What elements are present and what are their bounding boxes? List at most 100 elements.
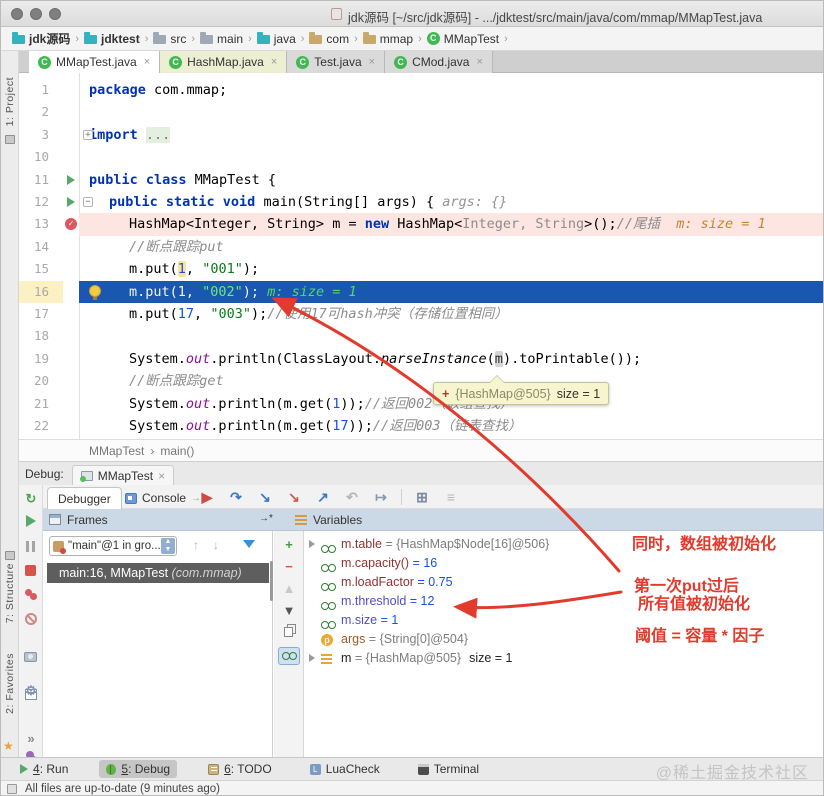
breadcrumb-method[interactable]: main() (160, 444, 194, 458)
sidebar-item-favorites[interactable]: 2: Favorites (4, 653, 16, 714)
settings-icon[interactable]: ⚙ (23, 683, 39, 699)
code-line[interactable]: 15 m.put(1, "001"); (19, 258, 823, 280)
tab-cmod-java[interactable]: C CMod.java × (385, 51, 493, 73)
line-number: 11 (33, 171, 49, 187)
tab-mmaptest-java[interactable]: C MMapTest.java × (29, 51, 161, 73)
run-icon[interactable] (67, 174, 75, 185)
tab-test-java[interactable]: C Test.java × (287, 51, 386, 73)
window-minimize-button[interactable] (30, 8, 42, 20)
code-line[interactable]: 14 //断点跟踪put (19, 236, 823, 258)
duplicate-watch-icon[interactable] (284, 627, 293, 637)
code-line[interactable]: 10 (19, 146, 823, 168)
debug-session-tab[interactable]: MMapTest × (71, 464, 175, 486)
pause-icon[interactable] (23, 539, 39, 555)
favorites-star-icon[interactable]: ★ (3, 739, 14, 753)
expand-arrow-icon[interactable] (309, 654, 315, 662)
code-line[interactable]: 22 System.out.println(m.get(17));//返回003（… (19, 415, 823, 437)
code-line[interactable]: 3 + import ... (19, 124, 823, 146)
move-up-icon[interactable]: ▲ (281, 581, 297, 597)
breadcrumb-item[interactable]: src (150, 31, 189, 47)
close-icon[interactable]: × (144, 56, 150, 68)
status-icon[interactable] (7, 784, 17, 794)
toolwindow-button-todo[interactable]: 6: TODO (201, 760, 279, 778)
sidebar-item-project[interactable]: 1: Project (4, 77, 16, 126)
expand-plus-icon[interactable]: + (442, 387, 449, 401)
show-execution-point-icon[interactable]: ▶ (198, 489, 216, 506)
tab-debugger[interactable]: Debugger (47, 487, 122, 509)
filter-frames-icon[interactable] (243, 540, 255, 548)
tool-window-stripe: 1: Project 7: Structure 2: Favorites ★ (1, 51, 19, 757)
more-icon[interactable]: » (23, 731, 39, 747)
close-icon[interactable]: × (158, 469, 165, 483)
breadcrumb-item[interactable]: jdk源码 (9, 29, 73, 48)
folder-icon (153, 32, 167, 44)
run-icon[interactable] (67, 197, 75, 207)
code-line[interactable]: 19 System.out.println(ClassLayout.parseIn… (19, 348, 823, 370)
stack-frame-row[interactable]: main:16, MMapTest (com.mmap) (47, 563, 269, 583)
code-line[interactable]: 17 m.put(17, "003");//使用17可hash冲突（存储位置相同） (19, 303, 823, 325)
step-into-icon[interactable]: ↘ (256, 489, 274, 506)
breadcrumb-item[interactable]: com (306, 31, 352, 47)
stop-icon[interactable] (25, 565, 36, 576)
step-over-icon[interactable]: ↷ (227, 489, 245, 506)
mute-breakpoints-icon[interactable] (25, 613, 37, 625)
toolwindow-button-run[interactable]: 4: Run (13, 760, 75, 778)
remove-watch-icon[interactable]: − (281, 559, 297, 575)
project-toolwindow-icon[interactable] (5, 135, 15, 144)
run-to-cursor-icon[interactable]: ↦ (372, 489, 390, 506)
code-line[interactable]: 12 − public static void main(String[] args… (19, 191, 823, 213)
close-icon[interactable]: × (369, 56, 375, 68)
code-line[interactable]: 16 m.put(1, "002"); m: size = 1 (19, 280, 823, 304)
view-breakpoints-icon[interactable] (23, 587, 39, 603)
tab-hashmap-java[interactable]: C HashMap.java × (160, 51, 288, 73)
evaluate-expression-icon[interactable]: ⊞ (413, 489, 431, 506)
variable-row[interactable]: m = {HashMap@505} size = 1 (305, 649, 823, 668)
code-line[interactable]: 18 (19, 325, 823, 347)
toolwindow-button-luacheck[interactable]: L LuaCheck (303, 760, 387, 778)
drop-frame-icon[interactable]: ↶ (343, 489, 361, 506)
toolwindow-button-debug[interactable]: 5: Debug (99, 760, 178, 778)
thread-dump-icon[interactable] (24, 652, 37, 662)
frames-scrollbar[interactable] (270, 561, 273, 601)
window-zoom-button[interactable] (49, 8, 61, 20)
code-line[interactable]: 11 public class MMapTest { (19, 169, 823, 191)
next-frame-icon[interactable]: ↓ (213, 538, 219, 552)
close-icon[interactable]: × (271, 56, 277, 68)
tab-label: Console (142, 491, 187, 505)
resume-icon[interactable] (26, 515, 36, 527)
fold-toggle-icon[interactable]: + (83, 129, 93, 140)
layout-settings-icon[interactable]: ≡ (442, 489, 460, 505)
thread-selector[interactable]: "main"@1 in gro... ▲ ▼ (49, 536, 177, 556)
code-line[interactable]: 2 (19, 101, 823, 123)
code-line[interactable]: 1 package com.mmap; (19, 79, 823, 101)
code-line[interactable]: 20 //断点跟踪get (19, 370, 823, 392)
breadcrumb-item[interactable]: main (197, 31, 246, 47)
breadcrumb-item[interactable]: C MMapTest (424, 31, 502, 47)
expand-arrow-icon[interactable] (309, 540, 315, 548)
stepper-icon[interactable]: ▲ ▼ (161, 538, 175, 554)
breadcrumb-class[interactable]: MMapTest (89, 444, 144, 458)
intention-bulb-icon[interactable] (89, 284, 101, 300)
close-icon[interactable]: × (476, 56, 482, 68)
code-editor[interactable]: 1 package com.mmap; 2 3 + import ... 10 11 publi… (19, 73, 823, 439)
add-watch-icon[interactable]: + (281, 537, 297, 553)
code-line[interactable]: 13 ✓ HashMap<Integer, String> m = new Hash… (19, 213, 823, 237)
window-close-button[interactable] (11, 8, 23, 20)
code-line[interactable]: 21System.out.println(m.get(1));//返回002（数… (19, 393, 823, 415)
show-watches-icon[interactable] (278, 647, 300, 665)
fold-toggle-icon[interactable]: − (83, 197, 93, 207)
breadcrumb-item[interactable]: java (254, 31, 299, 47)
sidebar-item-structure[interactable]: 7: Structure (4, 563, 16, 623)
step-out-icon[interactable]: ↗ (314, 489, 332, 506)
breadcrumb-item[interactable]: mmap (360, 31, 416, 47)
breakpoint-icon[interactable]: ✓ (65, 218, 77, 231)
force-step-into-icon[interactable]: ↘ (285, 489, 303, 506)
rerun-icon[interactable]: ↻ (23, 491, 39, 507)
prev-frame-icon[interactable]: ↑ (193, 538, 199, 552)
move-down-icon[interactable]: ▼ (281, 603, 297, 619)
structure-toolwindow-icon[interactable] (5, 551, 15, 560)
variable-row[interactable]: m.capacity() = 16 (305, 554, 823, 573)
breadcrumb-item[interactable]: jdktest (81, 31, 143, 47)
toolwindow-button-terminal[interactable]: Terminal (411, 760, 486, 778)
code-text: m.put(1, "001"); (129, 261, 260, 278)
